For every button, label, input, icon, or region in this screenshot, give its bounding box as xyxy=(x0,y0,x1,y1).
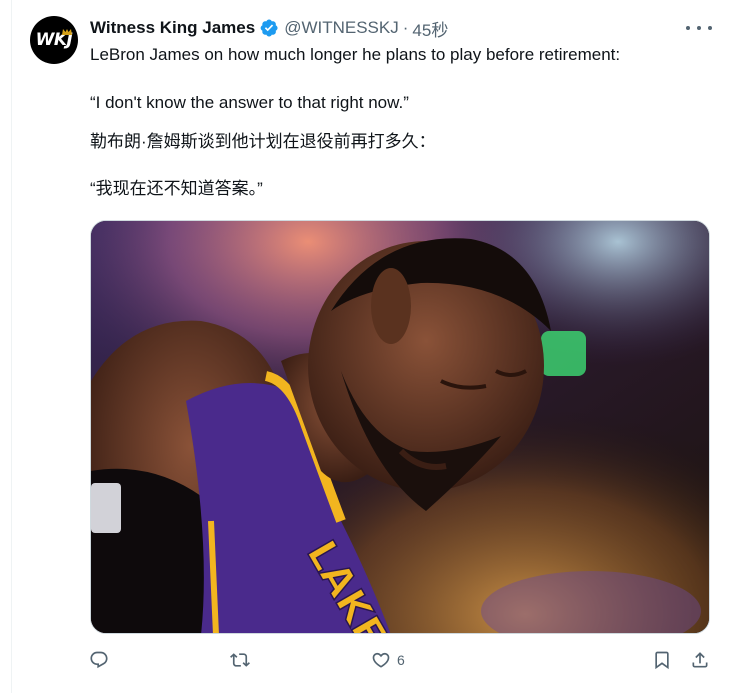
tweet-photo[interactable]: LAKERS xyxy=(90,220,710,634)
tweet-text-line: LeBron James on how much longer he plans… xyxy=(90,45,621,64)
photo-image: LAKERS xyxy=(91,221,709,633)
reply-icon xyxy=(90,651,108,669)
more-options-icon[interactable] xyxy=(686,18,712,38)
like-count: 6 xyxy=(397,652,405,668)
tweet-timestamp[interactable]: 45秒 xyxy=(412,16,448,41)
retweet-button[interactable] xyxy=(230,650,256,670)
avatar[interactable]: WKJ xyxy=(30,16,78,64)
verified-badge-icon[interactable] xyxy=(259,18,279,38)
retweet-icon xyxy=(230,653,250,667)
share-button[interactable] xyxy=(690,650,710,670)
tweet-text-line: 勒布朗·詹姆斯谈到他计划在退役前再打多久： xyxy=(90,132,436,151)
share-icon xyxy=(692,652,708,668)
tweet-actions: 6 xyxy=(0,650,730,676)
heart-icon xyxy=(372,652,390,668)
crown-icon xyxy=(62,29,72,35)
bookmark-icon xyxy=(655,651,669,670)
tweet-header: Witness King James @WITNESSKJ · 45秒 xyxy=(90,14,448,42)
tweet-text-line: “I don't know the answer to that right n… xyxy=(90,93,409,112)
author-handle[interactable]: @WITNESSKJ xyxy=(284,18,399,38)
reply-button[interactable] xyxy=(89,650,115,670)
author-name[interactable]: Witness King James xyxy=(90,18,255,38)
like-button[interactable]: 6 xyxy=(371,650,405,670)
bookmark-button[interactable] xyxy=(652,650,672,670)
separator-dot: · xyxy=(402,18,409,37)
tweet-text-line: “我现在还不知道答案。” xyxy=(90,179,263,198)
timeline-border xyxy=(11,0,12,693)
